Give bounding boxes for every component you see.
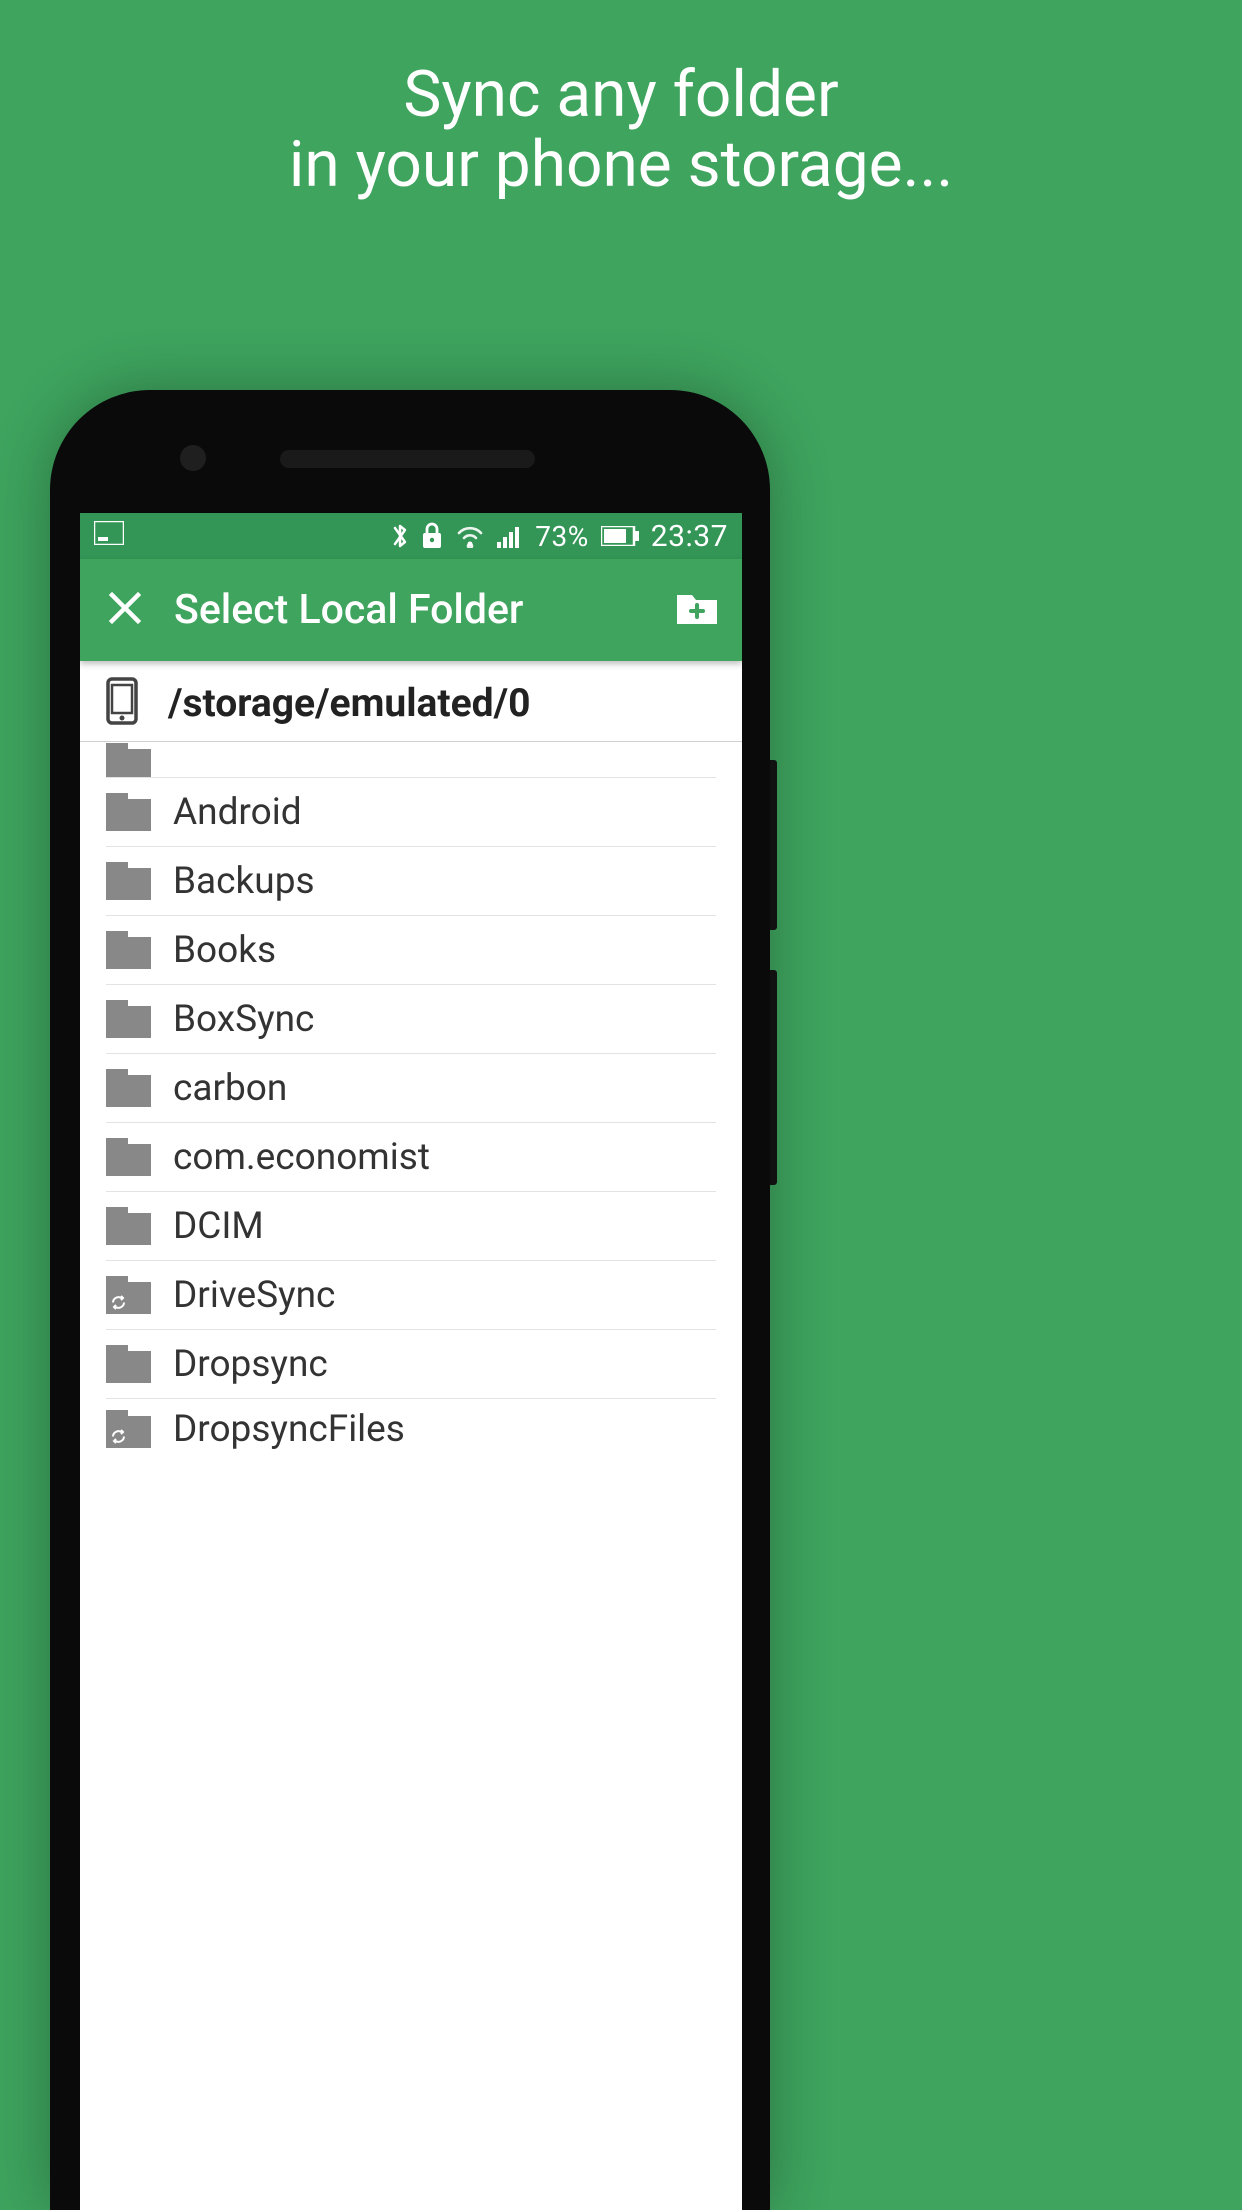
folder-item[interactable]: amazon [106,742,716,778]
promo-line2: in your phone storage... [0,130,1242,200]
current-path: /storage/emulated/0 [168,680,530,726]
folder-item[interactable]: DropsyncFiles [106,1399,716,1459]
lock-icon [421,522,443,550]
folder-label: Books [173,929,276,972]
folder-list[interactable]: amazon Android Backups Books BoxSync carbon co… [80,742,742,1459]
folder-icon [106,743,151,778]
folder-label: amazon [173,766,305,778]
screen: 73% 23:37 Select Local Folder [80,513,742,2210]
folder-icon [106,1069,151,1107]
promo-text: Sync any folder in your phone storage... [0,60,1242,201]
status-bar: 73% 23:37 [80,513,742,559]
phone-speaker [280,450,535,468]
phone-camera [180,445,206,471]
battery-icon [601,526,639,546]
folder-label: com.economist [173,1136,430,1179]
folder-item[interactable]: carbon [106,1054,716,1123]
status-left [94,521,124,552]
folder-sync-icon [106,1276,151,1314]
phone-icon [106,677,138,729]
close-icon [108,591,142,629]
folder-icon [106,931,151,969]
close-button[interactable] [98,583,152,637]
bluetooth-icon [391,521,409,551]
folder-icon [106,1000,151,1038]
phone-side-button [770,970,777,1185]
folder-icon [106,793,151,831]
folder-item[interactable]: Books [106,916,716,985]
phone-frame: 73% 23:37 Select Local Folder [50,390,770,2210]
battery-percent: 73% [535,520,588,553]
folder-item[interactable]: Backups [106,847,716,916]
signal-icon [497,524,523,548]
photo-icon [94,521,124,552]
folder-item[interactable]: DCIM [106,1192,716,1261]
folder-label: Android [173,791,302,834]
wifi-icon [455,524,485,548]
folder-label: Backups [173,860,315,903]
status-right: 73% 23:37 [391,519,728,554]
folder-sync-icon [106,1410,151,1448]
folder-item[interactable]: Dropsync [106,1330,716,1399]
phone-side-button [770,760,777,930]
promo-line1: Sync any folder [0,60,1242,130]
page-title: Select Local Folder [174,586,670,634]
folder-item[interactable]: com.economist [106,1123,716,1192]
folder-label: DropsyncFiles [173,1408,405,1451]
app-bar: Select Local Folder [80,559,742,661]
new-folder-button[interactable] [670,583,724,637]
folder-item[interactable]: BoxSync [106,985,716,1054]
folder-icon [106,1345,151,1383]
folder-label: BoxSync [173,998,314,1041]
folder-label: Dropsync [173,1343,328,1386]
folder-icon [106,1207,151,1245]
folder-item[interactable]: DriveSync [106,1261,716,1330]
current-path-bar[interactable]: /storage/emulated/0 [80,661,742,742]
folder-icon [106,1138,151,1176]
folder-item[interactable]: Android [106,778,716,847]
folder-label: DCIM [173,1205,264,1248]
folder-icon [106,862,151,900]
folder-label: DriveSync [173,1274,335,1317]
status-time: 23:37 [651,519,728,554]
folder-label: carbon [173,1067,287,1110]
folder-plus-icon [677,592,717,628]
